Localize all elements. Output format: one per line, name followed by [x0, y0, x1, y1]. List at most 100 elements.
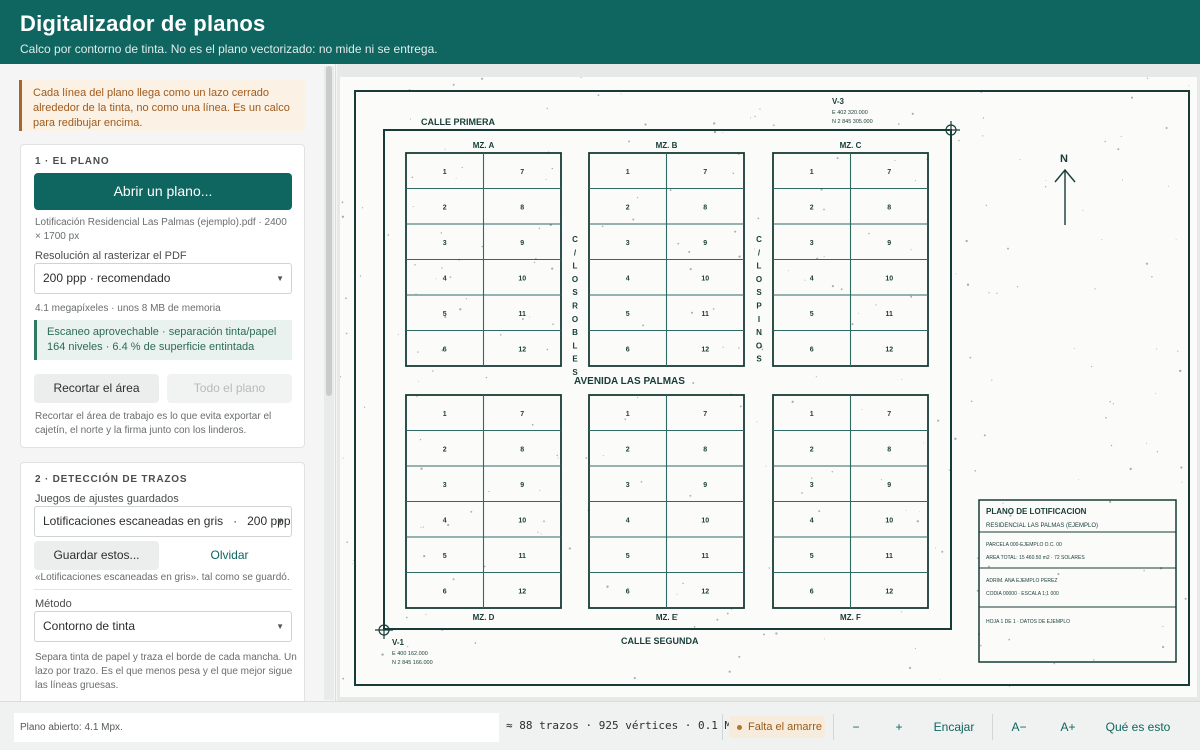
- open-plan-button[interactable]: Abrir un plano...: [34, 173, 292, 210]
- font-smaller-button[interactable]: A−: [1006, 720, 1032, 734]
- help-button[interactable]: Qué es esto: [1102, 720, 1174, 734]
- zoom-out-button[interactable]: −: [848, 720, 864, 734]
- scan-speck: [693, 626, 696, 628]
- scan-speck: [974, 469, 977, 472]
- app-title: Digitalizador de planos: [20, 11, 266, 36]
- lot-number: 4: [626, 517, 630, 524]
- font-larger-button[interactable]: A+: [1055, 720, 1081, 734]
- block: 1 7 2 8 3 9 4 10 5 11 6 12 MZ. F: [772, 394, 929, 622]
- scan-speck: [552, 323, 554, 326]
- scan-noise: [339, 76, 1190, 688]
- lot-number: 7: [703, 169, 707, 176]
- divider: [833, 714, 834, 740]
- scan-speck: [418, 380, 420, 382]
- vertex-coord: E 400 162.000: [392, 651, 428, 657]
- scan-speck: [533, 261, 536, 264]
- side-street-letter: O: [572, 275, 578, 284]
- status-bar: Plano abierto: 4.1 Mpx. ≈ 88 trazos · 92…: [0, 701, 1200, 750]
- section-title-detection: 2 · Detección de trazos: [35, 474, 188, 485]
- scan-speck: [738, 347, 740, 349]
- lot-number: 12: [885, 588, 893, 595]
- full-plan-button[interactable]: Todo el plano: [167, 374, 292, 403]
- scan-speck: [948, 469, 951, 471]
- resolution-select[interactable]: 200 ppp · recomendado ▼: [34, 263, 292, 294]
- scan-speck: [1145, 262, 1149, 265]
- scan-speck: [875, 304, 877, 306]
- crop-hint: Recortar el área de trabajo es lo que ev…: [35, 411, 272, 436]
- lot-number: 12: [701, 346, 709, 353]
- scan-speck: [1008, 686, 1010, 688]
- forget-preset-link[interactable]: Olvidar: [167, 548, 292, 562]
- preset-select[interactable]: Lotificaciones escaneadas en gris · 200 …: [34, 506, 292, 537]
- scan-speck: [423, 554, 426, 558]
- caret-down-icon: ▼: [276, 274, 284, 283]
- lot-number: 6: [443, 346, 447, 353]
- lot-number: 12: [701, 588, 709, 595]
- scan-speck: [831, 470, 834, 473]
- scan-speck: [966, 283, 970, 286]
- scan-speck: [531, 423, 534, 426]
- zoom-in-button[interactable]: +: [891, 720, 907, 734]
- lot-number: 2: [810, 204, 814, 211]
- scan-speck: [597, 94, 600, 96]
- lot-number: 7: [887, 411, 891, 418]
- scan-speck: [985, 204, 987, 207]
- scan-speck: [1090, 365, 1093, 368]
- save-preset-button[interactable]: Guardar estos...: [34, 541, 159, 570]
- scan-speck: [815, 376, 817, 378]
- lot-number: 10: [885, 517, 893, 524]
- scan-speck: [669, 189, 672, 192]
- lot-number: 4: [443, 275, 447, 282]
- block: 1 7 2 8 3 9 4 10 5 11 6 12 MZ. C: [772, 141, 929, 367]
- lot-number: 11: [886, 311, 894, 318]
- method-select[interactable]: Contorno de tinta ▼: [34, 611, 292, 642]
- scan-speck: [677, 242, 680, 245]
- scan-speck: [455, 177, 457, 179]
- scan-speck: [1180, 466, 1183, 469]
- lot-number: 4: [810, 517, 814, 524]
- lot-number: 3: [810, 240, 814, 247]
- scan-speck: [911, 112, 914, 115]
- scan-speck: [346, 541, 348, 543]
- sidebar-scrollbar[interactable]: [324, 66, 334, 700]
- street-label: AVENIDA LAS PALMAS: [574, 376, 685, 387]
- scan-speck: [488, 490, 490, 493]
- side-street-letter: B: [572, 328, 578, 337]
- scan-speck: [1130, 96, 1134, 99]
- scan-speck: [546, 348, 549, 351]
- scan-speck: [941, 550, 944, 553]
- scan-speck: [1078, 479, 1079, 480]
- block-label: MZ. E: [656, 613, 678, 622]
- scan-speck: [1155, 348, 1158, 350]
- crop-area-button[interactable]: Recortar el área: [34, 374, 159, 403]
- block-label: MZ. C: [840, 141, 862, 150]
- block-label: MZ. B: [656, 141, 678, 150]
- caret-down-icon: ▼: [276, 622, 284, 631]
- scan-speck: [1073, 347, 1075, 349]
- card-plan: 1 · El plano Abrir un plano... Lotificac…: [20, 144, 305, 448]
- lot-number: 10: [518, 517, 526, 524]
- scan-speck: [788, 270, 789, 272]
- scan-speck: [538, 227, 541, 230]
- preset-hint: «Lotificaciones escaneadas en gris». tal…: [35, 572, 290, 583]
- scan-speck: [726, 612, 729, 615]
- fit-button[interactable]: Encajar: [930, 720, 978, 734]
- lot-number: 6: [810, 588, 814, 595]
- side-street-letter: S: [756, 288, 762, 297]
- scan-speck: [1019, 159, 1021, 160]
- scan-speck: [676, 593, 678, 595]
- scan-speck: [1112, 403, 1114, 405]
- side-street-letter: O: [756, 341, 762, 350]
- scan-speck: [1007, 247, 1009, 250]
- scan-speck: [1105, 416, 1107, 419]
- scan-speck: [713, 122, 716, 125]
- lot-number: 1: [810, 411, 814, 418]
- lot-number: 11: [519, 553, 527, 560]
- scrollbar-thumb[interactable]: [326, 66, 332, 396]
- plan-canvas[interactable]: 1 7 2 8 3 9 4 10 5 11 6 12 MZ. A 1 7 2 8 3 9 4 10 5 11 6 12 MZ. B…: [337, 64, 1200, 701]
- scan-speck: [1093, 659, 1095, 661]
- scan-speck: [387, 234, 390, 236]
- lot-number: 11: [519, 311, 527, 318]
- scan-speck: [905, 509, 907, 511]
- vertex-v1: V-1 E 400 162.000 N 2 845 166.000: [375, 621, 433, 666]
